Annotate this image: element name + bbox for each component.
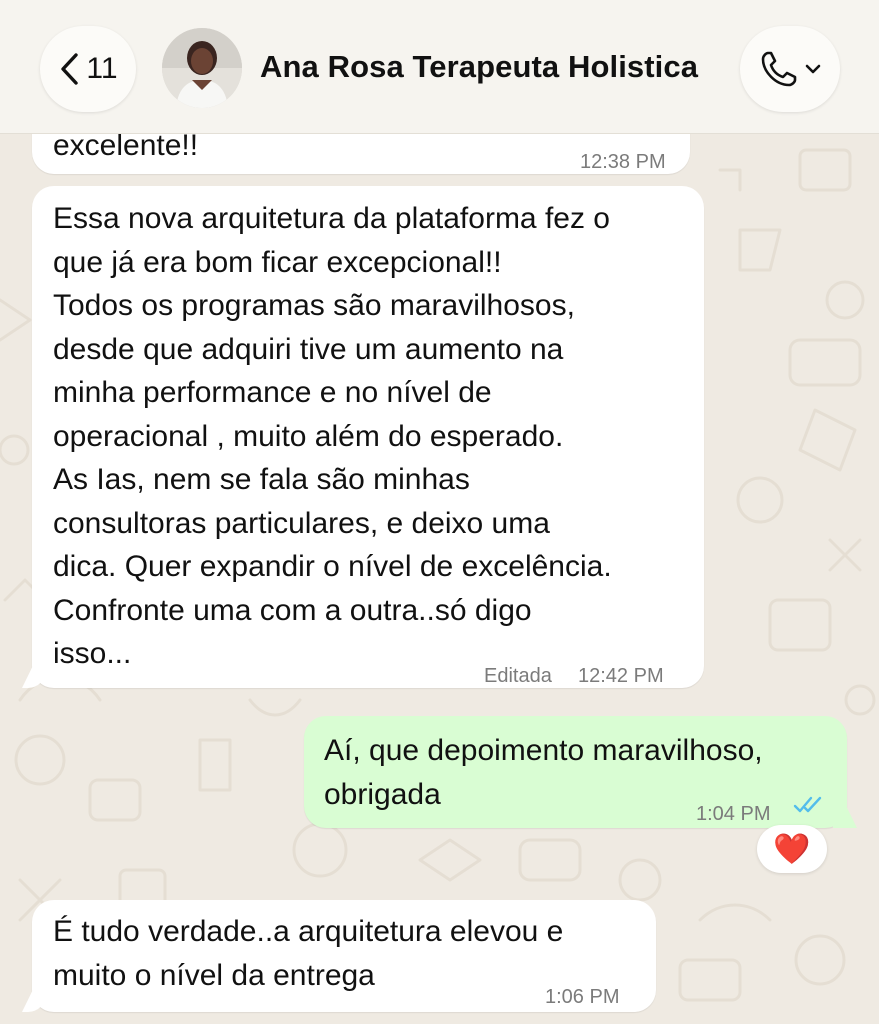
chevron-left-icon bbox=[61, 53, 79, 85]
message-text: Essa nova arquitetura da plataforma fez … bbox=[53, 202, 612, 670]
message-reaction[interactable]: ❤️ bbox=[757, 825, 827, 873]
phone-icon bbox=[761, 51, 797, 87]
call-button[interactable] bbox=[740, 26, 840, 112]
message-bubble-incoming[interactable]: É tudo verdade..a arquitetura elevou e m… bbox=[32, 900, 656, 1012]
contact-avatar[interactable] bbox=[162, 28, 242, 108]
message-time: 12:38 PM bbox=[580, 151, 666, 173]
edited-label: Editada bbox=[484, 665, 552, 687]
message-text: É tudo verdade..a arquitetura elevou e m… bbox=[53, 915, 564, 992]
unread-count: 11 bbox=[86, 52, 118, 85]
back-button[interactable]: 11 bbox=[40, 26, 136, 112]
chevron-down-icon bbox=[805, 64, 821, 74]
heart-icon: ❤️ bbox=[773, 832, 811, 866]
message-time: 12:42 PM bbox=[578, 665, 664, 687]
chat-header: 11 Ana Rosa Terapeuta Holistica bbox=[0, 0, 879, 134]
contact-name[interactable]: Ana Rosa Terapeuta Holistica bbox=[260, 49, 698, 85]
message-bubble-outgoing[interactable]: Aí, que depoimento maravilhoso, obrigada… bbox=[304, 716, 847, 828]
avatar-photo bbox=[162, 28, 242, 108]
double-check-icon bbox=[793, 796, 822, 813]
message-time: 1:04 PM bbox=[696, 803, 771, 825]
message-bubble-incoming[interactable]: Essa nova arquitetura da plataforma fez … bbox=[32, 186, 704, 688]
message-time: 1:06 PM bbox=[545, 986, 620, 1008]
